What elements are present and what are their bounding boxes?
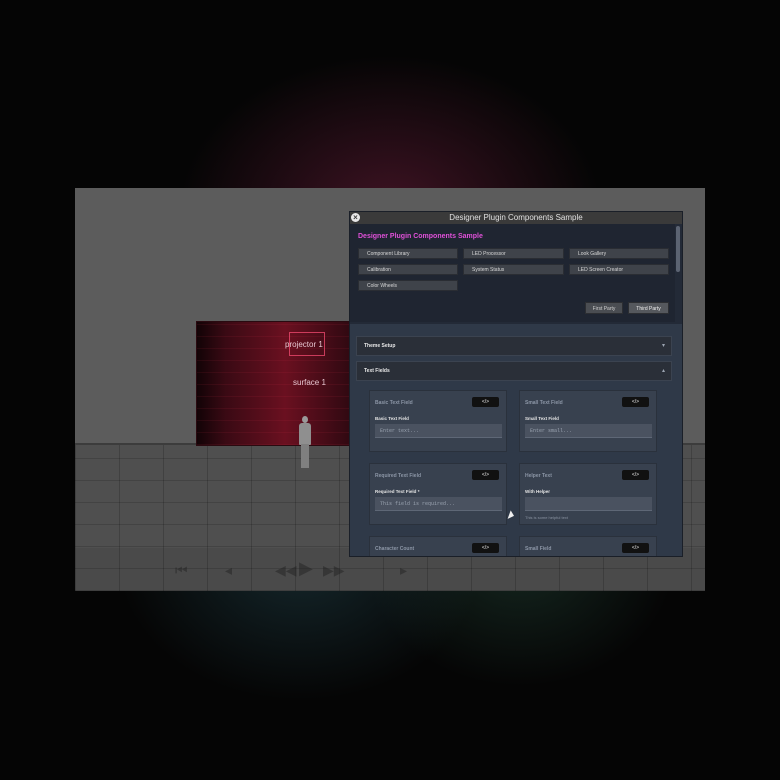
field-label: With Helper (525, 489, 550, 494)
play-icon[interactable]: ▶ (299, 558, 313, 579)
nav-component-library-button[interactable]: Component Library (358, 248, 458, 259)
theme-setup-section[interactable]: Theme Setup ▾ (356, 336, 672, 356)
field-label: Basic Text Field (375, 416, 409, 421)
card-title: Character Count (375, 546, 415, 552)
view-code-button[interactable]: </> (622, 397, 649, 407)
figure-body (299, 423, 311, 445)
small-field-card: Small Field </> (519, 536, 657, 556)
dialog-title: Designer Plugin Components Sample (449, 213, 583, 222)
card-title: Small Field (525, 546, 552, 552)
required-text-input[interactable]: This field is required... (375, 497, 502, 511)
helper-text-card: Helper Text </> With Helper This is some… (519, 463, 657, 525)
basic-text-field-card: Basic Text Field </> Basic Text Field En… (369, 390, 507, 452)
theme-setup-label: Theme Setup (364, 343, 396, 349)
nav-system-status-button[interactable]: System Status (463, 264, 564, 275)
required-mark: * (417, 489, 420, 494)
nav-scrollbar[interactable] (676, 226, 680, 272)
third-party-button[interactable]: Third Party (628, 302, 669, 314)
card-title: Required Text Field (375, 473, 422, 479)
helper-text-input[interactable] (525, 497, 652, 511)
surface-label: surface 1 (293, 378, 326, 387)
plugin-heading: Designer Plugin Components Sample (358, 233, 483, 240)
chevron-down-icon: ▾ (661, 343, 665, 349)
nav-panel: Designer Plugin Components Sample Compon… (350, 224, 675, 322)
projector-label: projector 1 (285, 340, 323, 349)
required-text-field-card: Required Text Field </> Required Text Fi… (369, 463, 507, 525)
card-title: Small Text Field (525, 400, 563, 406)
dialog-titlebar[interactable]: × Designer Plugin Components Sample (350, 212, 682, 224)
first-party-button[interactable]: First Party (585, 302, 623, 314)
character-count-card: Character Count </> (369, 536, 507, 556)
field-label: Small Text Field (525, 416, 559, 421)
components-content: Theme Setup ▾ Text Fields ▴ Basic Text F… (350, 324, 682, 556)
small-text-field-card: Small Text Field </> Small Text Field En… (519, 390, 657, 452)
surface-grid (197, 322, 357, 445)
text-fields-label: Text Fields (364, 368, 390, 374)
chevron-up-icon: ▴ (661, 368, 665, 374)
nav-color-wheels-button[interactable]: Color Wheels (358, 280, 458, 291)
helper-text: This is some helpful text (525, 515, 568, 520)
view-code-button[interactable]: </> (472, 470, 499, 480)
field-label-text: Required Text Field (375, 489, 417, 494)
card-title: Helper Text (525, 473, 552, 479)
rewind-icon[interactable]: ◀◀ (275, 562, 297, 579)
projection-surface[interactable]: projector 1 surface 1 (196, 321, 358, 446)
nav-led-processor-button[interactable]: LED Processor (463, 248, 564, 259)
small-text-input[interactable]: Enter small... (525, 424, 652, 438)
view-code-button[interactable]: </> (622, 470, 649, 480)
step-back-icon[interactable]: ◂ (225, 562, 232, 579)
text-fields-section[interactable]: Text Fields ▴ (356, 361, 672, 381)
human-figure (297, 416, 313, 468)
view-code-button[interactable]: </> (622, 543, 649, 553)
plugin-dialog: × Designer Plugin Components Sample Desi… (349, 211, 683, 557)
fast-forward-icon[interactable]: ▶▶ (323, 562, 345, 579)
view-code-button[interactable]: </> (472, 543, 499, 553)
card-title: Basic Text Field (375, 400, 413, 406)
nav-look-gallery-button[interactable]: Look Gallery (569, 248, 669, 259)
step-forward-icon[interactable]: ▸ (400, 562, 407, 579)
nav-led-screen-creator-button[interactable]: LED Screen Creator (569, 264, 669, 275)
basic-text-input[interactable]: Enter text... (375, 424, 502, 438)
nav-calibration-button[interactable]: Calibration (358, 264, 458, 275)
skip-back-icon[interactable]: ⏮ (175, 562, 188, 579)
figure-legs (301, 444, 309, 468)
view-code-button[interactable]: </> (472, 397, 499, 407)
figure-head (302, 416, 308, 423)
field-label: Required Text Field * (375, 489, 419, 494)
